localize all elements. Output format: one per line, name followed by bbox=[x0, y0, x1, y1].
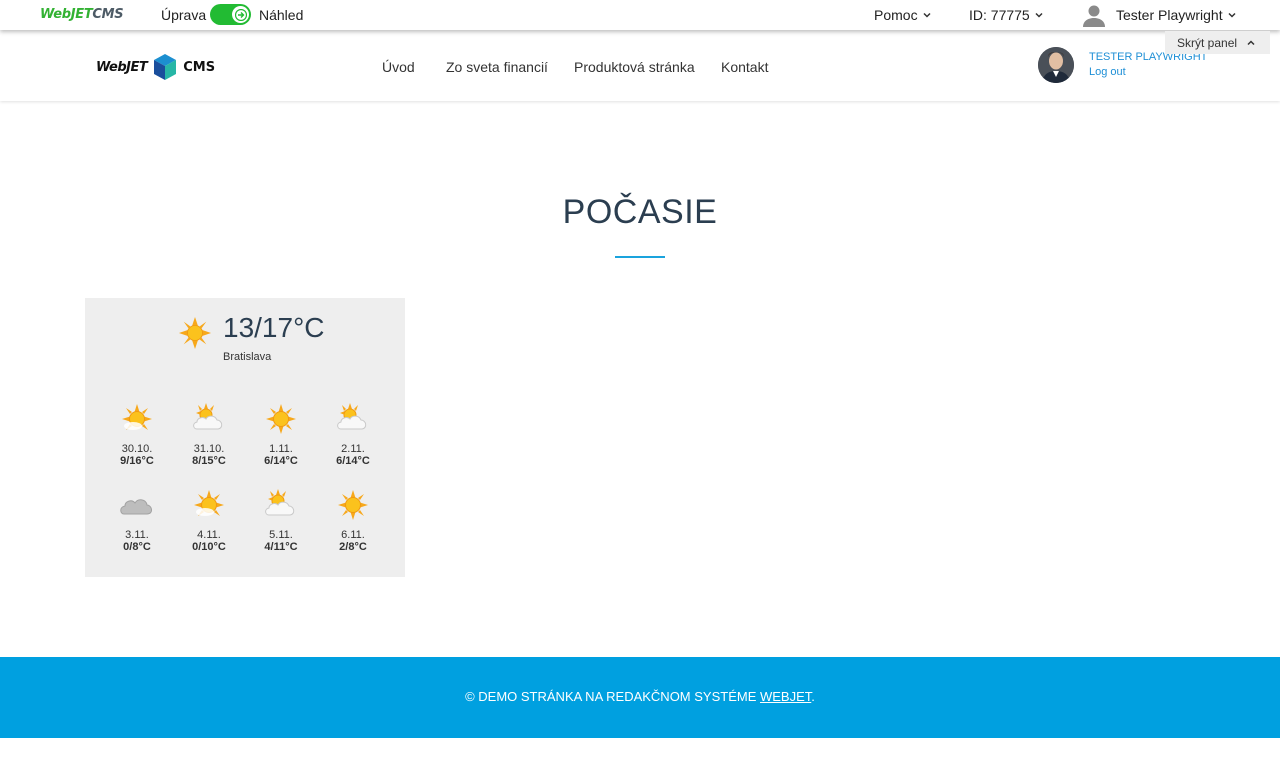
weather-city: Bratislava bbox=[223, 351, 272, 363]
chevron-down-icon bbox=[1228, 12, 1236, 18]
help-dropdown[interactable]: Pomoc bbox=[874, 7, 932, 23]
forecast-temperature: 9/16°C bbox=[120, 455, 154, 467]
forecast-day: 30.10. 9/16°C bbox=[101, 401, 173, 467]
footer-copyright: © DEMO STRÁNKA NA REDAKČNOM SYSTÉME bbox=[465, 689, 760, 704]
edit-preview-toggle[interactable] bbox=[210, 4, 251, 25]
profile-photo bbox=[1038, 47, 1074, 83]
forecast-temperature: 0/10°C bbox=[192, 541, 226, 553]
forecast-date: 6.11. bbox=[341, 529, 365, 541]
user-name: Tester Playwright bbox=[1116, 7, 1223, 23]
user-dropdown[interactable]: Tester Playwright bbox=[1116, 7, 1237, 23]
forecast-date: 5.11. bbox=[269, 529, 293, 541]
forecast-day: 31.10. 8/15°C bbox=[173, 401, 245, 467]
cube-logo-icon bbox=[154, 54, 177, 80]
logo-text-webjet: WebJET bbox=[96, 59, 148, 75]
nav-item-produktova-stranka[interactable]: Produktová stránka bbox=[574, 59, 695, 75]
site-logo[interactable]: WebJET CMS bbox=[96, 52, 215, 82]
forecast-date: 4.11. bbox=[197, 529, 221, 541]
footer-webjet-link[interactable]: WEBJET bbox=[760, 689, 811, 704]
chevron-down-icon bbox=[1035, 12, 1043, 18]
forecast-date: 1.11. bbox=[269, 443, 293, 455]
title-underline bbox=[615, 256, 665, 258]
logo-text-cms: CMS bbox=[183, 59, 216, 75]
sun-partly-cloudy-icon bbox=[194, 490, 224, 516]
footer-suffix: . bbox=[811, 689, 815, 704]
cloud-sun-icon bbox=[337, 403, 367, 430]
forecast-temperature: 8/15°C bbox=[192, 455, 226, 467]
forecast-date: 31.10. bbox=[193, 443, 225, 455]
hide-panel-button[interactable]: Skrýt panel bbox=[1165, 31, 1270, 54]
logout-link[interactable]: Log out bbox=[1089, 66, 1126, 78]
page-id-label: ID: 77775 bbox=[969, 7, 1030, 23]
forecast-day: 3.11. 0/8°C bbox=[101, 487, 173, 553]
sun-partly-cloudy-icon bbox=[122, 404, 152, 430]
cloud-icon bbox=[120, 499, 152, 515]
today-temperature: 13/17°C bbox=[223, 312, 325, 343]
brand-text-cms: CMS bbox=[92, 7, 124, 22]
forecast-date: 3.11. bbox=[125, 529, 149, 541]
sun-icon bbox=[338, 490, 368, 520]
edit-mode-label: Úprava bbox=[161, 7, 207, 23]
forecast-day: 6.11. 2/8°C bbox=[317, 487, 389, 553]
arrow-right-icon bbox=[232, 6, 249, 23]
chevron-up-icon bbox=[1247, 39, 1255, 45]
forecast-temperature: 2/8°C bbox=[339, 541, 367, 553]
nav-item-uvod[interactable]: Úvod bbox=[382, 59, 415, 75]
admin-brand-logo[interactable]: WebJETCMS bbox=[40, 7, 124, 22]
nav-item-zo-sveta-financii[interactable]: Zo sveta financií bbox=[446, 59, 548, 75]
forecast-day: 2.11. 6/14°C bbox=[317, 401, 389, 467]
cloud-sun-icon bbox=[193, 403, 223, 430]
admin-bar: WebJETCMS Úprava Náhled Pomoc ID: 77775 … bbox=[0, 0, 1280, 30]
preview-mode-label: Náhled bbox=[259, 7, 304, 23]
brand-text-webjet: WebJET bbox=[40, 7, 93, 22]
cloud-sun-icon bbox=[265, 489, 295, 516]
forecast-day: 4.11. 0/10°C bbox=[173, 487, 245, 553]
sun-icon bbox=[266, 404, 296, 434]
forecast-temperature: 0/8°C bbox=[123, 541, 151, 553]
forecast-date: 30.10. bbox=[121, 443, 153, 455]
site-header: WebJET CMS Úvod Zo sveta financií Produk… bbox=[0, 30, 1280, 101]
hide-panel-label: Skrýt panel bbox=[1177, 35, 1238, 50]
user-avatar-icon[interactable] bbox=[1082, 3, 1106, 27]
site-footer: © DEMO STRÁNKA NA REDAKČNOM SYSTÉME WEBJ… bbox=[0, 657, 1280, 738]
forecast-temperature: 6/14°C bbox=[264, 455, 298, 467]
chevron-down-icon bbox=[923, 12, 931, 18]
forecast-temperature: 4/11°C bbox=[264, 541, 298, 553]
forecast-day: 1.11. 6/14°C bbox=[245, 401, 317, 467]
help-label: Pomoc bbox=[874, 7, 918, 23]
weather-widget: 13/17°C Bratislava 30.10. 9/16°C 31.10. 8/1… bbox=[85, 298, 405, 577]
page-id-dropdown[interactable]: ID: 77775 bbox=[969, 7, 1044, 23]
forecast-day: 5.11. 4/11°C bbox=[245, 487, 317, 553]
nav-item-kontakt[interactable]: Kontakt bbox=[721, 59, 768, 75]
forecast-temperature: 6/14°C bbox=[336, 455, 370, 467]
sun-icon bbox=[178, 316, 212, 350]
page-title: POČASIE bbox=[562, 193, 718, 231]
forecast-date: 2.11. bbox=[341, 443, 365, 455]
